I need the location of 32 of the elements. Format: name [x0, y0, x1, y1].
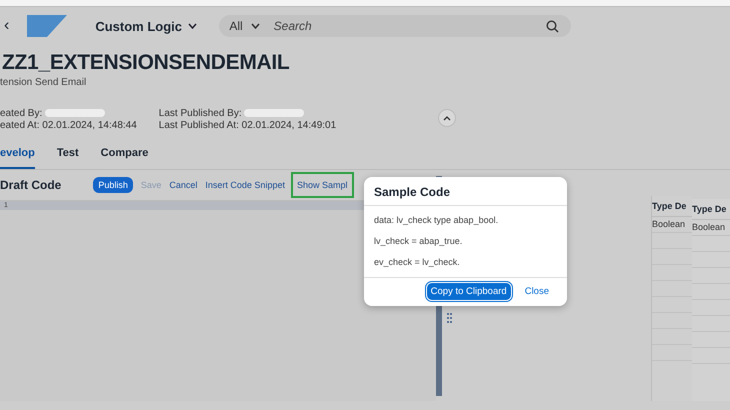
- redacted-value: [45, 109, 106, 118]
- table-cell: Boolean: [692, 220, 730, 236]
- object-title: ZZ1_EXTENSIONSENDEMAIL: [1, 51, 290, 75]
- toolbar-link[interactable]: Cancel: [169, 180, 198, 190]
- meta-field: eated At: 02.01.2024, 14:48:44: [0, 120, 137, 132]
- close-button[interactable]: Close: [518, 285, 555, 298]
- chevron-down-icon[interactable]: [188, 23, 197, 29]
- tab[interactable]: Compare: [100, 147, 148, 169]
- redacted-value: [244, 109, 304, 118]
- publish-button[interactable]: Publish: [93, 177, 133, 193]
- copy-button[interactable]: Copy to Clipboard: [426, 283, 511, 300]
- chevron-up-icon: [443, 116, 451, 120]
- search-scope-select[interactable]: All: [229, 19, 260, 33]
- tab[interactable]: Test: [56, 147, 79, 169]
- collapse-button[interactable]: [438, 109, 456, 127]
- search-icon[interactable]: [546, 20, 560, 32]
- toolbar-link[interactable]: Show Sampl: [292, 174, 352, 196]
- grip-icon[interactable]: [447, 313, 452, 323]
- dialog-title: Sample Code: [364, 177, 567, 206]
- meta-field: eated By:: [0, 108, 137, 120]
- app-title-menu[interactable]: Custom Logic: [95, 18, 220, 34]
- back-button[interactable]: ‹: [4, 17, 10, 35]
- section-title: Draft Code: [0, 178, 62, 192]
- chevron-down-icon[interactable]: [250, 23, 260, 29]
- tab[interactable]: evelop: [0, 147, 35, 169]
- logo-icon: [27, 15, 68, 37]
- search-field[interactable]: All Search: [219, 15, 572, 37]
- column-header: Type De: [692, 199, 730, 220]
- toolbar-link[interactable]: Insert Code Snippet: [205, 180, 285, 190]
- object-subtitle: tension Send Email: [0, 77, 88, 88]
- meta-field: Last Published By:: [158, 108, 336, 120]
- meta-field: Last Published At: 02.01.2024, 14:49:01: [158, 120, 336, 132]
